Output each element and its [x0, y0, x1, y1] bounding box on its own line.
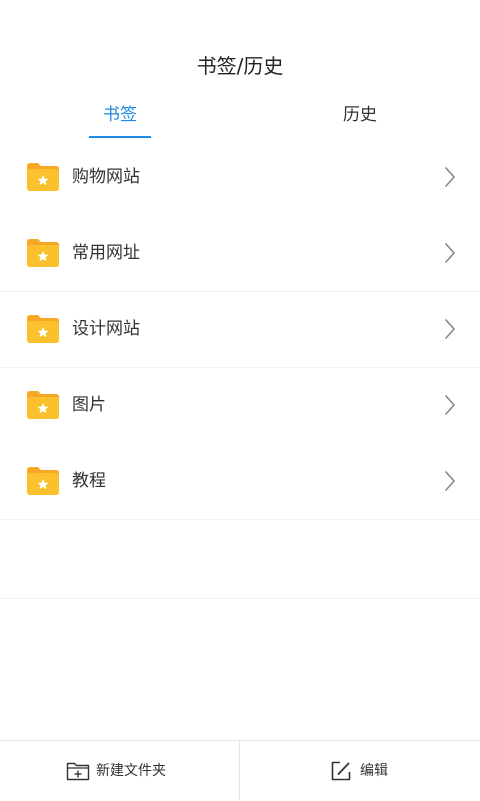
edit-label: 编辑 — [360, 763, 388, 779]
tab-bookmarks[interactable]: 书签 — [0, 100, 240, 140]
folder-label: 购物网站 — [72, 167, 140, 187]
folder-label: 教程 — [72, 471, 106, 491]
folder-label: 图片 — [72, 395, 106, 415]
header: 书签/历史 — [0, 0, 480, 100]
active-tab-indicator — [89, 136, 151, 138]
chevron-right-icon — [445, 395, 455, 415]
folder-star-icon — [27, 467, 59, 495]
edit-icon — [331, 761, 351, 781]
folder-label: 常用网址 — [72, 243, 140, 263]
folder-star-icon — [27, 163, 59, 191]
chevron-right-icon — [445, 471, 455, 491]
chevron-right-icon — [445, 243, 455, 263]
folder-label: 设计网站 — [72, 319, 140, 339]
page-title: 书签/历史 — [196, 54, 284, 78]
folder-star-icon — [27, 239, 59, 267]
folder-item-common-sites[interactable]: 常用网址 — [0, 216, 480, 292]
chevron-right-icon — [445, 319, 455, 339]
tab-history[interactable]: 历史 — [240, 100, 480, 140]
new-folder-icon — [66, 762, 90, 781]
new-folder-label: 新建文件夹 — [96, 763, 166, 779]
row-divider — [0, 519, 480, 520]
list-divider — [0, 598, 480, 599]
chevron-right-icon — [445, 167, 455, 187]
folder-item-design-sites[interactable]: 设计网站 — [0, 292, 480, 368]
tab-bar: 书签 历史 — [0, 100, 480, 140]
folder-star-icon — [27, 391, 59, 419]
folder-item-images[interactable]: 图片 — [0, 368, 480, 444]
folder-item-shopping[interactable]: 购物网站 — [0, 140, 480, 216]
bottom-toolbar: 新建文件夹 编辑 — [0, 740, 480, 801]
new-folder-button[interactable]: 新建文件夹 — [0, 741, 240, 801]
folder-star-icon — [27, 315, 59, 343]
bookmark-folder-list: 购物网站 常用网址 设计网站 图片 教程 — [0, 140, 480, 520]
folder-item-tutorials[interactable]: 教程 — [0, 444, 480, 520]
edit-button[interactable]: 编辑 — [240, 741, 480, 801]
